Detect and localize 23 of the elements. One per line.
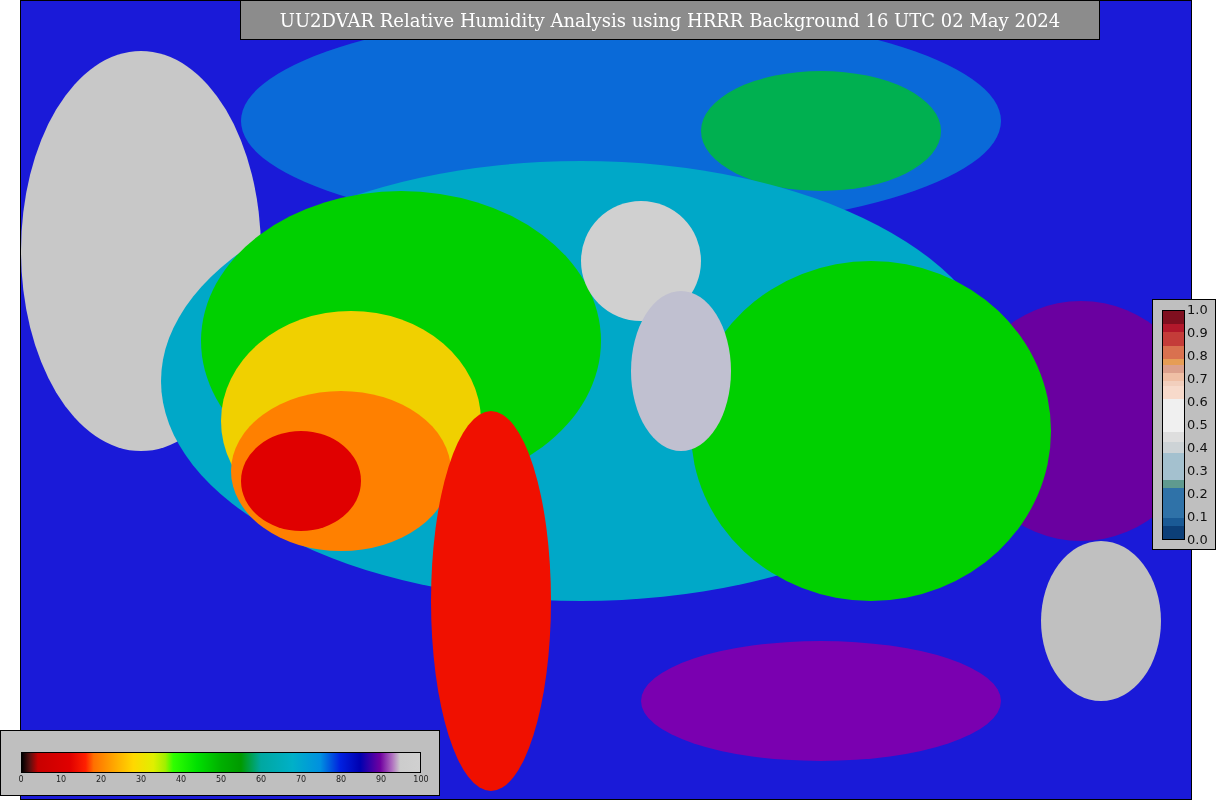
tick-label: 0.6	[1187, 394, 1208, 410]
tick-label: 0	[18, 775, 24, 784]
tick-label: 70	[295, 775, 307, 784]
tick-label: 0.8	[1187, 348, 1208, 364]
tick-label: 0.7	[1187, 371, 1208, 387]
tick-label: 1.0	[1187, 302, 1208, 318]
tick-label: 0.1	[1187, 509, 1208, 525]
tick-label: 40	[175, 775, 187, 784]
tick-label: 0.0	[1187, 532, 1208, 548]
tick-label: 0.9	[1187, 325, 1208, 341]
tick-label: 30	[135, 775, 147, 784]
tick-label: 100	[413, 775, 429, 784]
tick-label: 0.2	[1187, 486, 1208, 502]
tick-label: 90	[375, 775, 387, 784]
tick-label: 20	[95, 775, 107, 784]
tick-label: 10	[55, 775, 67, 784]
tick-label: 0.3	[1187, 463, 1208, 479]
tick-label: 0.5	[1187, 417, 1208, 433]
tick-label: 60	[255, 775, 267, 784]
tick-label: 50	[215, 775, 227, 784]
tick-label: 80	[335, 775, 347, 784]
tick-label: 0.4	[1187, 440, 1208, 456]
chart-title: UU2DVAR Relative Humidity Analysis using HRRR Background 16 UTC 02 May 2024	[240, 0, 1100, 40]
